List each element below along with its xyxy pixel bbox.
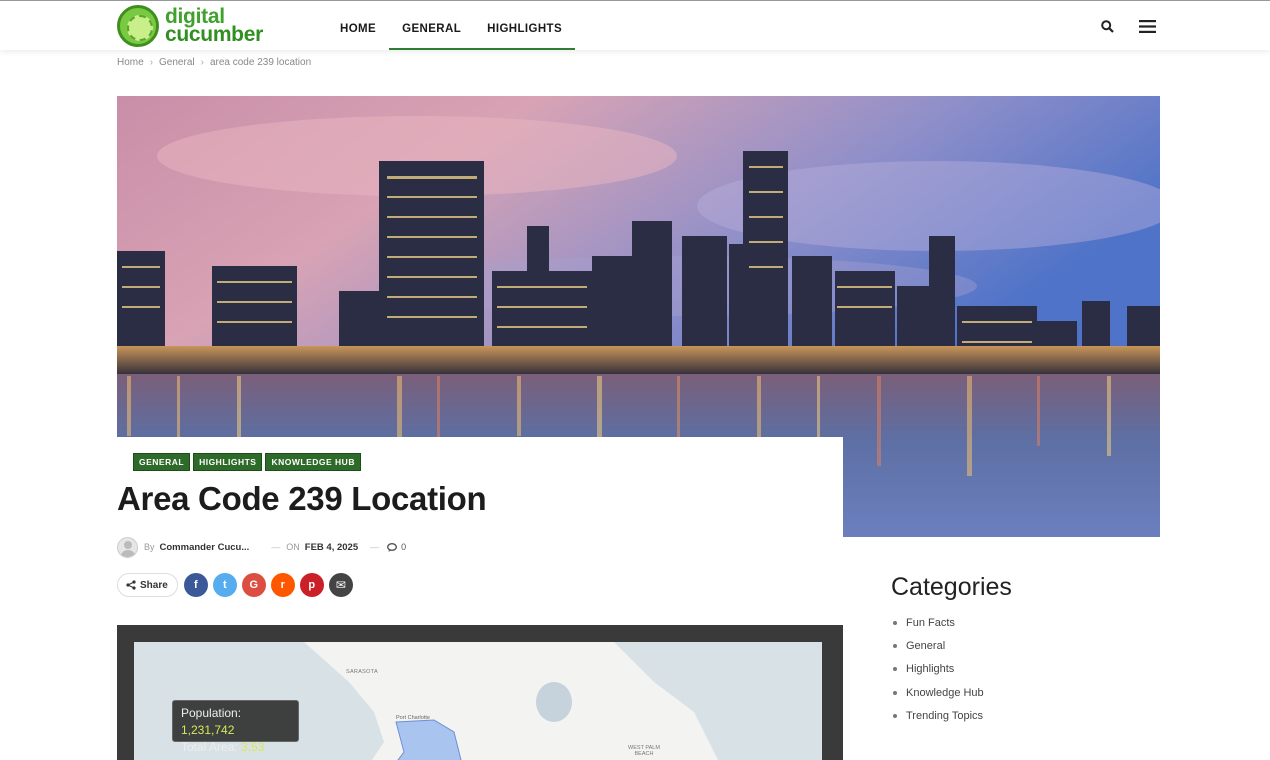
- twitter-icon[interactable]: t: [212, 573, 237, 597]
- facebook-glyph: f: [193, 579, 198, 591]
- site-logo[interactable]: digital cucumber: [117, 5, 263, 47]
- email-glyph: ✉: [335, 578, 346, 592]
- logo-text: digital cucumber: [165, 6, 263, 46]
- tag-knowledge-hub[interactable]: KNOWLEDGE HUB: [265, 453, 361, 471]
- category-item[interactable]: Fun Facts: [893, 611, 984, 634]
- top-header: digital cucumber HOME GENERAL HIGHLIGHTS: [0, 0, 1270, 50]
- population-label: Population:: [181, 706, 242, 720]
- author-avatar[interactable]: [117, 536, 138, 558]
- logo-line-2: cucumber: [165, 23, 263, 46]
- facebook-icon[interactable]: f: [183, 573, 208, 597]
- category-item[interactable]: Knowledge Hub: [893, 681, 984, 704]
- comment-icon: [387, 542, 398, 552]
- comments-link[interactable]: 0: [387, 542, 406, 552]
- area-label: Total Area:: [181, 740, 238, 754]
- reddit-glyph: r: [280, 579, 285, 591]
- reddit-icon[interactable]: r: [270, 573, 295, 597]
- tag-highlights[interactable]: HIGHLIGHTS: [193, 453, 263, 471]
- nav-highlights[interactable]: HIGHLIGHTS: [474, 1, 576, 50]
- tag-general[interactable]: GENERAL: [133, 453, 191, 471]
- breadcrumb-home[interactable]: Home: [117, 57, 144, 68]
- pinterest-icon[interactable]: p: [299, 573, 324, 597]
- nav-home[interactable]: HOME: [327, 1, 389, 50]
- email-icon[interactable]: ✉: [328, 573, 353, 597]
- article-meta: By Commander Cucu... — ON FEB 4, 2025 — …: [117, 536, 406, 558]
- share-icon: [126, 580, 136, 590]
- on-label: ON: [286, 542, 300, 552]
- share-button[interactable]: Share: [117, 573, 178, 597]
- author-name[interactable]: Commander Cucu...: [160, 542, 250, 553]
- comment-count: 0: [401, 542, 407, 552]
- google-icon[interactable]: G: [241, 573, 266, 597]
- nav-general[interactable]: GENERAL: [389, 1, 475, 50]
- category-item[interactable]: Trending Topics: [893, 704, 984, 727]
- categories-list: Fun Facts General Highlights Knowledge H…: [893, 611, 984, 727]
- category-link[interactable]: Fun Facts: [906, 617, 955, 629]
- category-item[interactable]: General: [893, 634, 984, 657]
- twitter-glyph: t: [222, 579, 227, 591]
- category-link[interactable]: Knowledge Hub: [906, 687, 984, 699]
- publish-date: FEB 4, 2025: [304, 541, 359, 553]
- search-icon[interactable]: [1096, 15, 1118, 37]
- breadcrumb-general[interactable]: General: [159, 57, 195, 68]
- meta-separator: —: [370, 542, 380, 552]
- map-label-west-palm-beach: WEST PALM BEACH: [628, 745, 660, 757]
- breadcrumb-separator: ›: [149, 57, 154, 68]
- breadcrumb-separator: ›: [200, 57, 204, 68]
- population-value: 1,231,742: [181, 723, 235, 737]
- google-glyph: G: [249, 579, 259, 591]
- map-label-port-charlotte: Port Charlotte: [396, 715, 430, 721]
- categories-title: Categories: [891, 573, 1012, 601]
- map-label-sarasota: SARASOTA: [346, 669, 378, 675]
- share-label: Share: [140, 579, 168, 591]
- meta-separator: —: [271, 542, 281, 552]
- by-label: By: [144, 542, 155, 552]
- population-line: Population: 1,231,742: [181, 705, 290, 739]
- main-nav: HOME GENERAL HIGHLIGHTS: [327, 1, 576, 51]
- category-item[interactable]: Highlights: [893, 658, 984, 681]
- area-line: Total Area: 3,53: [181, 739, 290, 756]
- hamburger-menu-icon[interactable]: [1136, 15, 1158, 37]
- breadcrumb-current: area code 239 location: [209, 57, 312, 68]
- share-row: Share f t G r p ✉: [117, 573, 353, 597]
- category-link[interactable]: Trending Topics: [906, 710, 983, 722]
- category-link[interactable]: General: [906, 640, 945, 652]
- map-view: SARASOTA Port Charlotte WEST PALM BEACH …: [134, 642, 822, 760]
- area-value: 3,53: [241, 740, 265, 754]
- population-tooltip: Population: 1,231,742 Total Area: 3,53: [172, 700, 299, 754]
- cucumber-logo-icon: [117, 5, 159, 47]
- pinterest-glyph: p: [308, 579, 316, 591]
- area-code-map-image: SARASOTA Port Charlotte WEST PALM BEACH …: [117, 625, 843, 760]
- category-link[interactable]: Highlights: [906, 663, 954, 675]
- breadcrumb: Home › General › area code 239 location: [117, 57, 311, 68]
- category-tags: GENERAL HIGHLIGHTS KNOWLEDGE HUB: [133, 453, 361, 471]
- article-title: Area Code 239 Location: [117, 480, 487, 517]
